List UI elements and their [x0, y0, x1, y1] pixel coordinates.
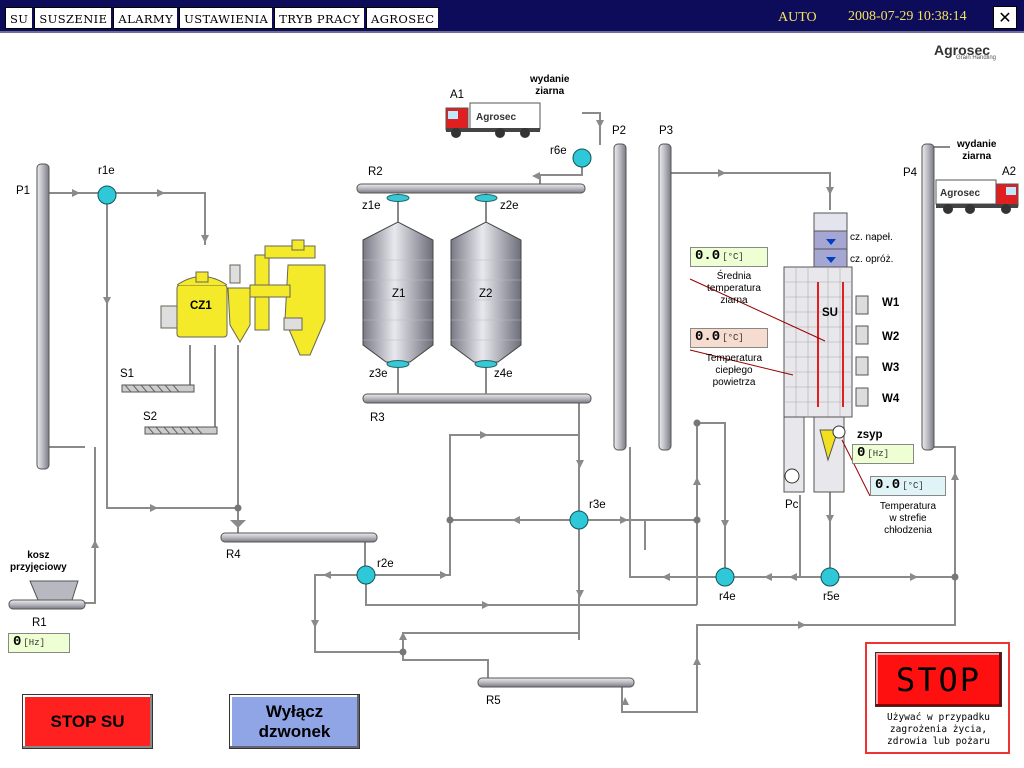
grain-cleaner [160, 239, 326, 356]
zsyp-freq-value: 0 [857, 445, 866, 461]
tab-alarmy[interactable]: ALARMY [113, 7, 180, 29]
stop-note: Używać w przypadku zagrożenia życia, zdr… [887, 712, 990, 747]
label-p3: P3 [659, 125, 674, 137]
label-r3e: r3e [589, 499, 606, 511]
disable-bell-button[interactable]: Wyłącz dzwonek [229, 694, 360, 749]
tab-agrosec[interactable]: AGROSEC [366, 7, 441, 29]
label-s1: S1 [120, 368, 135, 380]
air-temp-unit: [°C] [722, 333, 744, 343]
cooling-temp-unit: [°C] [902, 481, 924, 491]
truck-a2: Agrosec [935, 179, 1019, 214]
label-z1e: z1e [362, 200, 381, 212]
label-wydanie-2: wydanie ziarna [957, 139, 997, 162]
svg-text:Agrosec: Agrosec [940, 188, 980, 199]
label-w3: W3 [882, 362, 900, 374]
stop-su-button[interactable]: STOP SU [22, 694, 153, 749]
label-r4e: r4e [719, 591, 736, 603]
label-p4: P4 [903, 167, 918, 179]
silos [362, 193, 522, 394]
label-r2: R2 [368, 166, 383, 178]
tab-suszenie[interactable]: SUSZENIE [34, 7, 114, 29]
grain-temp-value: 0.0 [695, 248, 721, 264]
tab-su[interactable]: SU [5, 7, 35, 29]
label-su: SU [822, 307, 838, 319]
label-z2: Z2 [479, 288, 493, 300]
label-r3: R3 [370, 412, 385, 424]
label-wydanie-1: wydanie ziarna [530, 74, 570, 97]
cooling-temp-value: 0.0 [875, 477, 901, 493]
label-w2: W2 [882, 331, 900, 343]
cooling-temp-readout: 0.0 [°C] [870, 476, 946, 496]
air-temp-readout: 0.0 [°C] [690, 328, 768, 348]
r1-freq-readout: 0 [Hz] [8, 633, 70, 653]
label-r5: R5 [486, 695, 501, 707]
grain-temp-unit: [°C] [722, 252, 744, 262]
grain-temp-label: Średnia temperatura ziarna [707, 271, 761, 306]
datetime-display: 2008-07-29 10:38:14 [848, 9, 967, 24]
label-zsyp: zsyp [857, 429, 883, 441]
label-r5e: r5e [823, 591, 840, 603]
label-cz-oproz: cz. opróż. [850, 254, 894, 265]
nav-tabs: SU SUSZENIE ALARMY USTAWIENIA TRYB PRACY… [5, 7, 441, 29]
label-cz1: CZ1 [190, 300, 212, 312]
receiving-hopper [29, 580, 79, 601]
label-z4e: z4e [494, 368, 513, 380]
top-bar: SU SUSZENIE ALARMY USTAWIENIA TRYB PRACY… [0, 0, 1024, 33]
scada-window: SU SUSZENIE ALARMY USTAWIENIA TRYB PRACY… [0, 0, 1024, 768]
label-z3e: z3e [369, 368, 388, 380]
label-r1: R1 [32, 617, 47, 629]
label-a1: A1 [450, 89, 465, 101]
truck-a1: Agrosec [445, 102, 541, 138]
air-temp-value: 0.0 [695, 329, 721, 345]
label-cz-napel: cz. napeł. [850, 232, 893, 243]
label-r4: R4 [226, 549, 241, 561]
label-r6e: r6e [550, 145, 567, 157]
r1-freq-value: 0 [13, 634, 22, 650]
mode-indicator: AUTO [778, 10, 817, 25]
close-button[interactable]: ✕ [993, 6, 1017, 29]
zsyp-freq-readout: 0 [Hz] [852, 444, 914, 464]
cooling-temp-label: Temperatura w strefie chłodzenia [879, 501, 937, 536]
label-z2e: z2e [500, 200, 519, 212]
grain-temp-readout: 0.0 [°C] [690, 247, 768, 267]
svg-text:Agrosec: Agrosec [476, 112, 516, 123]
label-kosz: kosz przyjęciowy [10, 550, 67, 573]
agrosec-logo: Agrosec Grain Handling [934, 42, 997, 61]
label-r2e: r2e [377, 558, 394, 570]
air-temp-label: Temperatura ciepłego powietrza [705, 353, 763, 388]
emergency-stop-panel: STOP Używać w przypadku zagrożenia życia… [865, 642, 1010, 754]
label-w4: W4 [882, 393, 900, 405]
tab-ustawienia[interactable]: USTAWIENIA [179, 7, 275, 29]
label-z1: Z1 [392, 288, 406, 300]
label-s2: S2 [143, 411, 158, 423]
label-a2: A2 [1002, 166, 1017, 178]
label-r1e: r1e [98, 165, 115, 177]
r1-freq-unit: [Hz] [23, 638, 46, 648]
label-p2: P2 [612, 125, 627, 137]
label-pc: Pc [785, 499, 799, 511]
label-p1: P1 [16, 185, 31, 197]
tab-tryb-pracy[interactable]: TRYB PRACY [274, 7, 367, 29]
emergency-stop-button[interactable]: STOP [875, 652, 1002, 707]
zsyp-freq-unit: [Hz] [867, 449, 890, 459]
label-w1: W1 [882, 297, 900, 309]
